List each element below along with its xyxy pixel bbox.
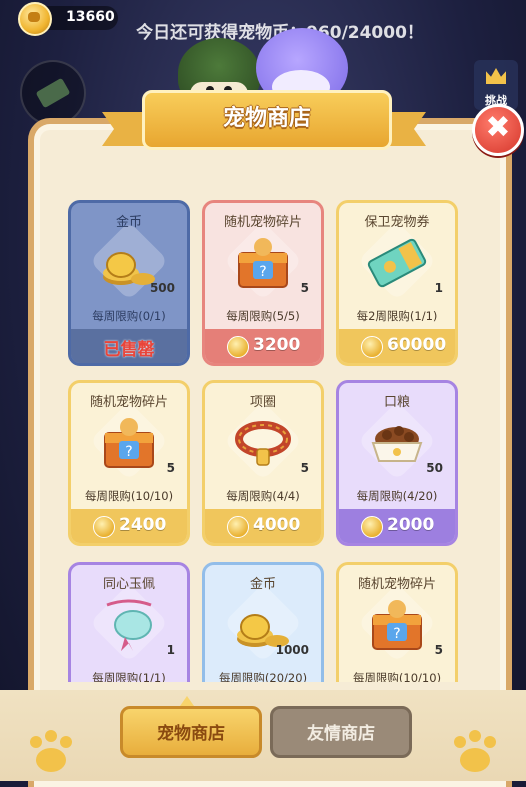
item-name: 金币	[115, 215, 142, 230]
item-quantity: 1	[166, 643, 175, 657]
ticket-icon	[35, 77, 71, 109]
purchase-limit: 每周限购(0/1)	[92, 309, 166, 323]
food-bowl-icon	[371, 426, 423, 462]
pet-coin-icon	[18, 2, 52, 36]
item-quantity: 1	[434, 281, 443, 295]
pet-coin-icon	[361, 336, 383, 358]
item-quantity: 500	[149, 281, 175, 295]
pet-coin-icon	[227, 336, 249, 358]
paw-decoration-right	[448, 730, 502, 778]
price-value: 60000	[387, 335, 447, 355]
price-button[interactable]: 3200	[205, 329, 321, 363]
purchase-limit: 每周限购(4/20)	[356, 489, 438, 503]
svg-text:?: ?	[393, 626, 400, 642]
price-button[interactable]: 60000	[339, 329, 455, 363]
purchase-limit: 每周限购(4/4)	[226, 489, 300, 503]
svg-text:?: ?	[125, 444, 132, 460]
close-button[interactable]: ✖	[472, 104, 524, 156]
ticket-button[interactable]	[20, 60, 86, 126]
shop-item-protect-pet-ticket[interactable]: 保卫宠物券 1 每2周限购(1/1) 60000	[336, 200, 458, 366]
collar-icon	[235, 421, 291, 466]
shop-title-ribbon: 宠物商店	[102, 84, 426, 154]
purchase-limit: 每周限购(20/20)	[218, 671, 308, 682]
mystery-box-icon: ?	[238, 238, 288, 288]
price-button[interactable]: 4000	[205, 509, 321, 543]
close-icon: ✖	[485, 110, 511, 145]
item-quantity: 5	[300, 461, 309, 475]
price-value: 4000	[253, 515, 301, 535]
tab-friend-shop[interactable]: 友情商店	[270, 706, 412, 758]
price-button[interactable]: 2000	[339, 509, 455, 543]
item-grid: 金币 500 每周限购(0/1) 已售罄 随机宠物碎片 ? 5 每周限购(5/5…	[46, 172, 480, 682]
mystery-box-icon: ?	[104, 418, 154, 468]
item-name: 项圈	[249, 395, 276, 410]
active-tab-pointer	[180, 696, 194, 706]
price-value: 3200	[253, 335, 301, 355]
item-name: 保卫宠物券	[364, 215, 430, 230]
shop-tab-bar: 宠物商店 友情商店	[0, 690, 526, 781]
mystery-box-icon: ?	[372, 600, 422, 650]
item-name: 金币	[249, 577, 276, 592]
tab-pet-shop-label: 宠物商店	[157, 724, 225, 744]
paw-decoration-left	[24, 730, 78, 778]
pet-ticket-icon	[367, 238, 427, 288]
item-quantity: 5	[434, 643, 443, 657]
shop-title: 宠物商店	[222, 106, 311, 131]
item-quantity: 1000	[275, 643, 309, 657]
tab-pet-shop[interactable]: 宠物商店	[120, 706, 262, 758]
sold-out-label: 已售罄	[103, 340, 155, 360]
shop-item-random-pet-shard[interactable]: 随机宠物碎片 ? 5 每周限购(5/5) 3200	[202, 200, 324, 366]
crown-icon	[486, 68, 506, 84]
shop-item-pet-food[interactable]: 口粮 50 每周限购(4/20) 2000	[336, 380, 458, 546]
coin-balance-value: 13660	[66, 9, 115, 25]
pet-coin-icon	[227, 516, 249, 538]
item-name: 随机宠物碎片	[89, 395, 168, 410]
item-quantity: 5	[300, 281, 309, 295]
sold-out-bar: 已售罄	[71, 329, 187, 363]
purchase-limit: 每周限购(10/10)	[352, 671, 442, 682]
shop-item-coins-soldout[interactable]: 金币 500 每周限购(0/1) 已售罄	[68, 200, 190, 366]
shop-item-coins[interactable]: 金币 1000 每周限购(20/20)	[202, 562, 324, 682]
item-name: 随机宠物碎片	[223, 215, 302, 230]
purchase-limit: 每周限购(10/10)	[84, 489, 174, 503]
jade-pendant-icon	[106, 599, 152, 651]
shop-item-random-pet-shard[interactable]: 随机宠物碎片 ? 5 每周限购(10/10) 2400	[68, 380, 190, 546]
item-name: 口粮	[383, 395, 410, 410]
item-name: 随机宠物碎片	[357, 577, 436, 592]
shop-item-jade-pendant[interactable]: 同心玉佩 1 每周限购(1/1)	[68, 562, 190, 682]
item-name: 同心玉佩	[102, 577, 155, 592]
item-quantity: 50	[426, 461, 443, 475]
shop-item-collar[interactable]: 项圈 5 每周限购(4/4) 4000	[202, 380, 324, 546]
item-quantity: 5	[166, 461, 175, 475]
price-value: 2000	[387, 515, 435, 535]
price-button[interactable]: 2400	[71, 509, 187, 543]
challenge-button[interactable]: 挑战	[474, 60, 518, 110]
pet-coin-icon	[361, 516, 383, 538]
pet-coin-icon	[93, 516, 115, 538]
price-value: 2400	[119, 515, 167, 535]
coin-balance: 13660	[18, 2, 118, 36]
svg-text:?: ?	[259, 264, 266, 280]
purchase-limit: 每周限购(5/5)	[226, 309, 300, 323]
tab-friend-shop-label: 友情商店	[307, 724, 375, 744]
purchase-limit: 每周限购(1/1)	[92, 671, 166, 682]
shop-item-random-pet-shard[interactable]: 随机宠物碎片 ? 5 每周限购(10/10)	[336, 562, 458, 682]
purchase-limit: 每2周限购(1/1)	[356, 309, 438, 323]
